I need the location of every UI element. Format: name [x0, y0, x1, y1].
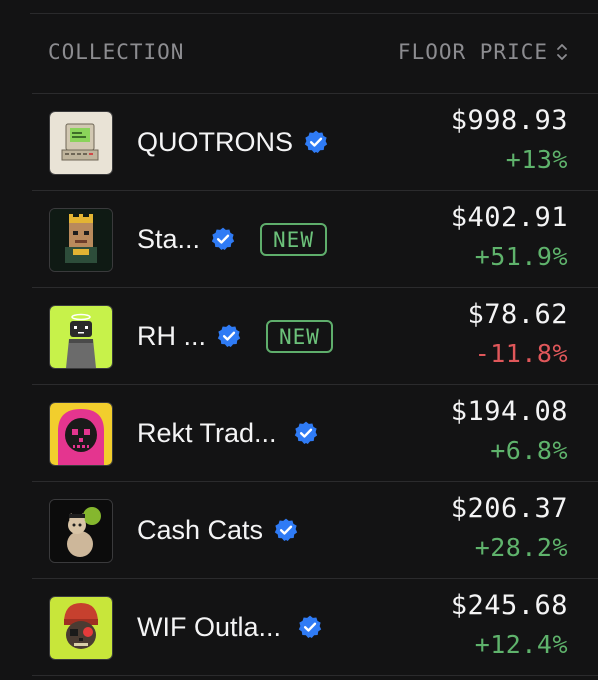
collection-thumbnail [49, 208, 113, 272]
floor-price: $194.08 [450, 396, 568, 427]
collection-name: RH ... [137, 320, 207, 351]
collection-name: QUOTRONS [137, 126, 294, 157]
floor-price: $402.91 [450, 202, 568, 233]
table-header: COLLECTION FLOOR PRICE [0, 36, 598, 72]
verified-badge-icon [297, 614, 323, 640]
floor-price-label: FLOOR PRICE [397, 40, 548, 64]
collection-column-header: COLLECTION [48, 40, 185, 64]
price-change: -11.8% [474, 339, 568, 368]
sort-updown-icon [556, 42, 568, 62]
collection-thumbnail [49, 111, 113, 175]
collection-thumbnail [49, 402, 113, 466]
collection-name: Rekt Trad... [137, 417, 277, 448]
floor-price-sort-header[interactable]: FLOOR PRICE [398, 40, 568, 64]
price-change: +28.2% [474, 533, 568, 562]
robot-figure-icon [50, 306, 112, 368]
collection-row-rekt-trad[interactable]: Rekt Trad... $194.08 +6.8% [32, 384, 598, 481]
collection-list: QUOTRONS $998.93 +13% Sta... NEW $402.91… [0, 93, 598, 676]
top-divider [30, 13, 598, 14]
hooded-skull-icon [50, 403, 112, 465]
verified-badge-icon [303, 129, 329, 155]
floor-price: $78.62 [467, 299, 568, 330]
verified-badge-icon [293, 420, 319, 446]
quotron-terminal-icon [50, 112, 112, 174]
collection-row-quotrons[interactable]: QUOTRONS $998.93 +13% [32, 93, 598, 190]
beanie-skull-icon [50, 597, 112, 659]
collection-row-wif-outla[interactable]: WIF Outla... $245.68 +12.4% [32, 578, 598, 676]
price-change: +13% [505, 145, 568, 174]
floor-price: $245.68 [450, 590, 568, 621]
verified-badge-icon [273, 517, 299, 543]
collection-name: Cash Cats [137, 514, 264, 545]
price-change: +12.4% [474, 630, 568, 659]
new-badge: NEW [266, 319, 333, 353]
cat-icon [50, 500, 112, 562]
collection-name: WIF Outla... [137, 611, 282, 642]
collection-row-rh[interactable]: RH ... NEW $78.62 -11.8% [32, 287, 598, 384]
collection-thumbnail [49, 596, 113, 660]
price-change: +51.9% [474, 242, 568, 271]
floor-price: $998.93 [450, 105, 568, 136]
collection-thumbnail [49, 499, 113, 563]
collection-name: Sta... [137, 223, 201, 254]
new-badge: NEW [260, 222, 327, 256]
price-change: +6.8% [490, 436, 568, 465]
collection-thumbnail [49, 305, 113, 369]
crowned-pixel-character-icon [50, 209, 112, 271]
floor-price: $206.37 [450, 493, 568, 524]
verified-badge-icon [210, 226, 236, 252]
collection-row-cash-cats[interactable]: Cash Cats $206.37 +28.2% [32, 481, 598, 578]
verified-badge-icon [216, 323, 242, 349]
collection-row-sta[interactable]: Sta... NEW $402.91 +51.9% [32, 190, 598, 287]
